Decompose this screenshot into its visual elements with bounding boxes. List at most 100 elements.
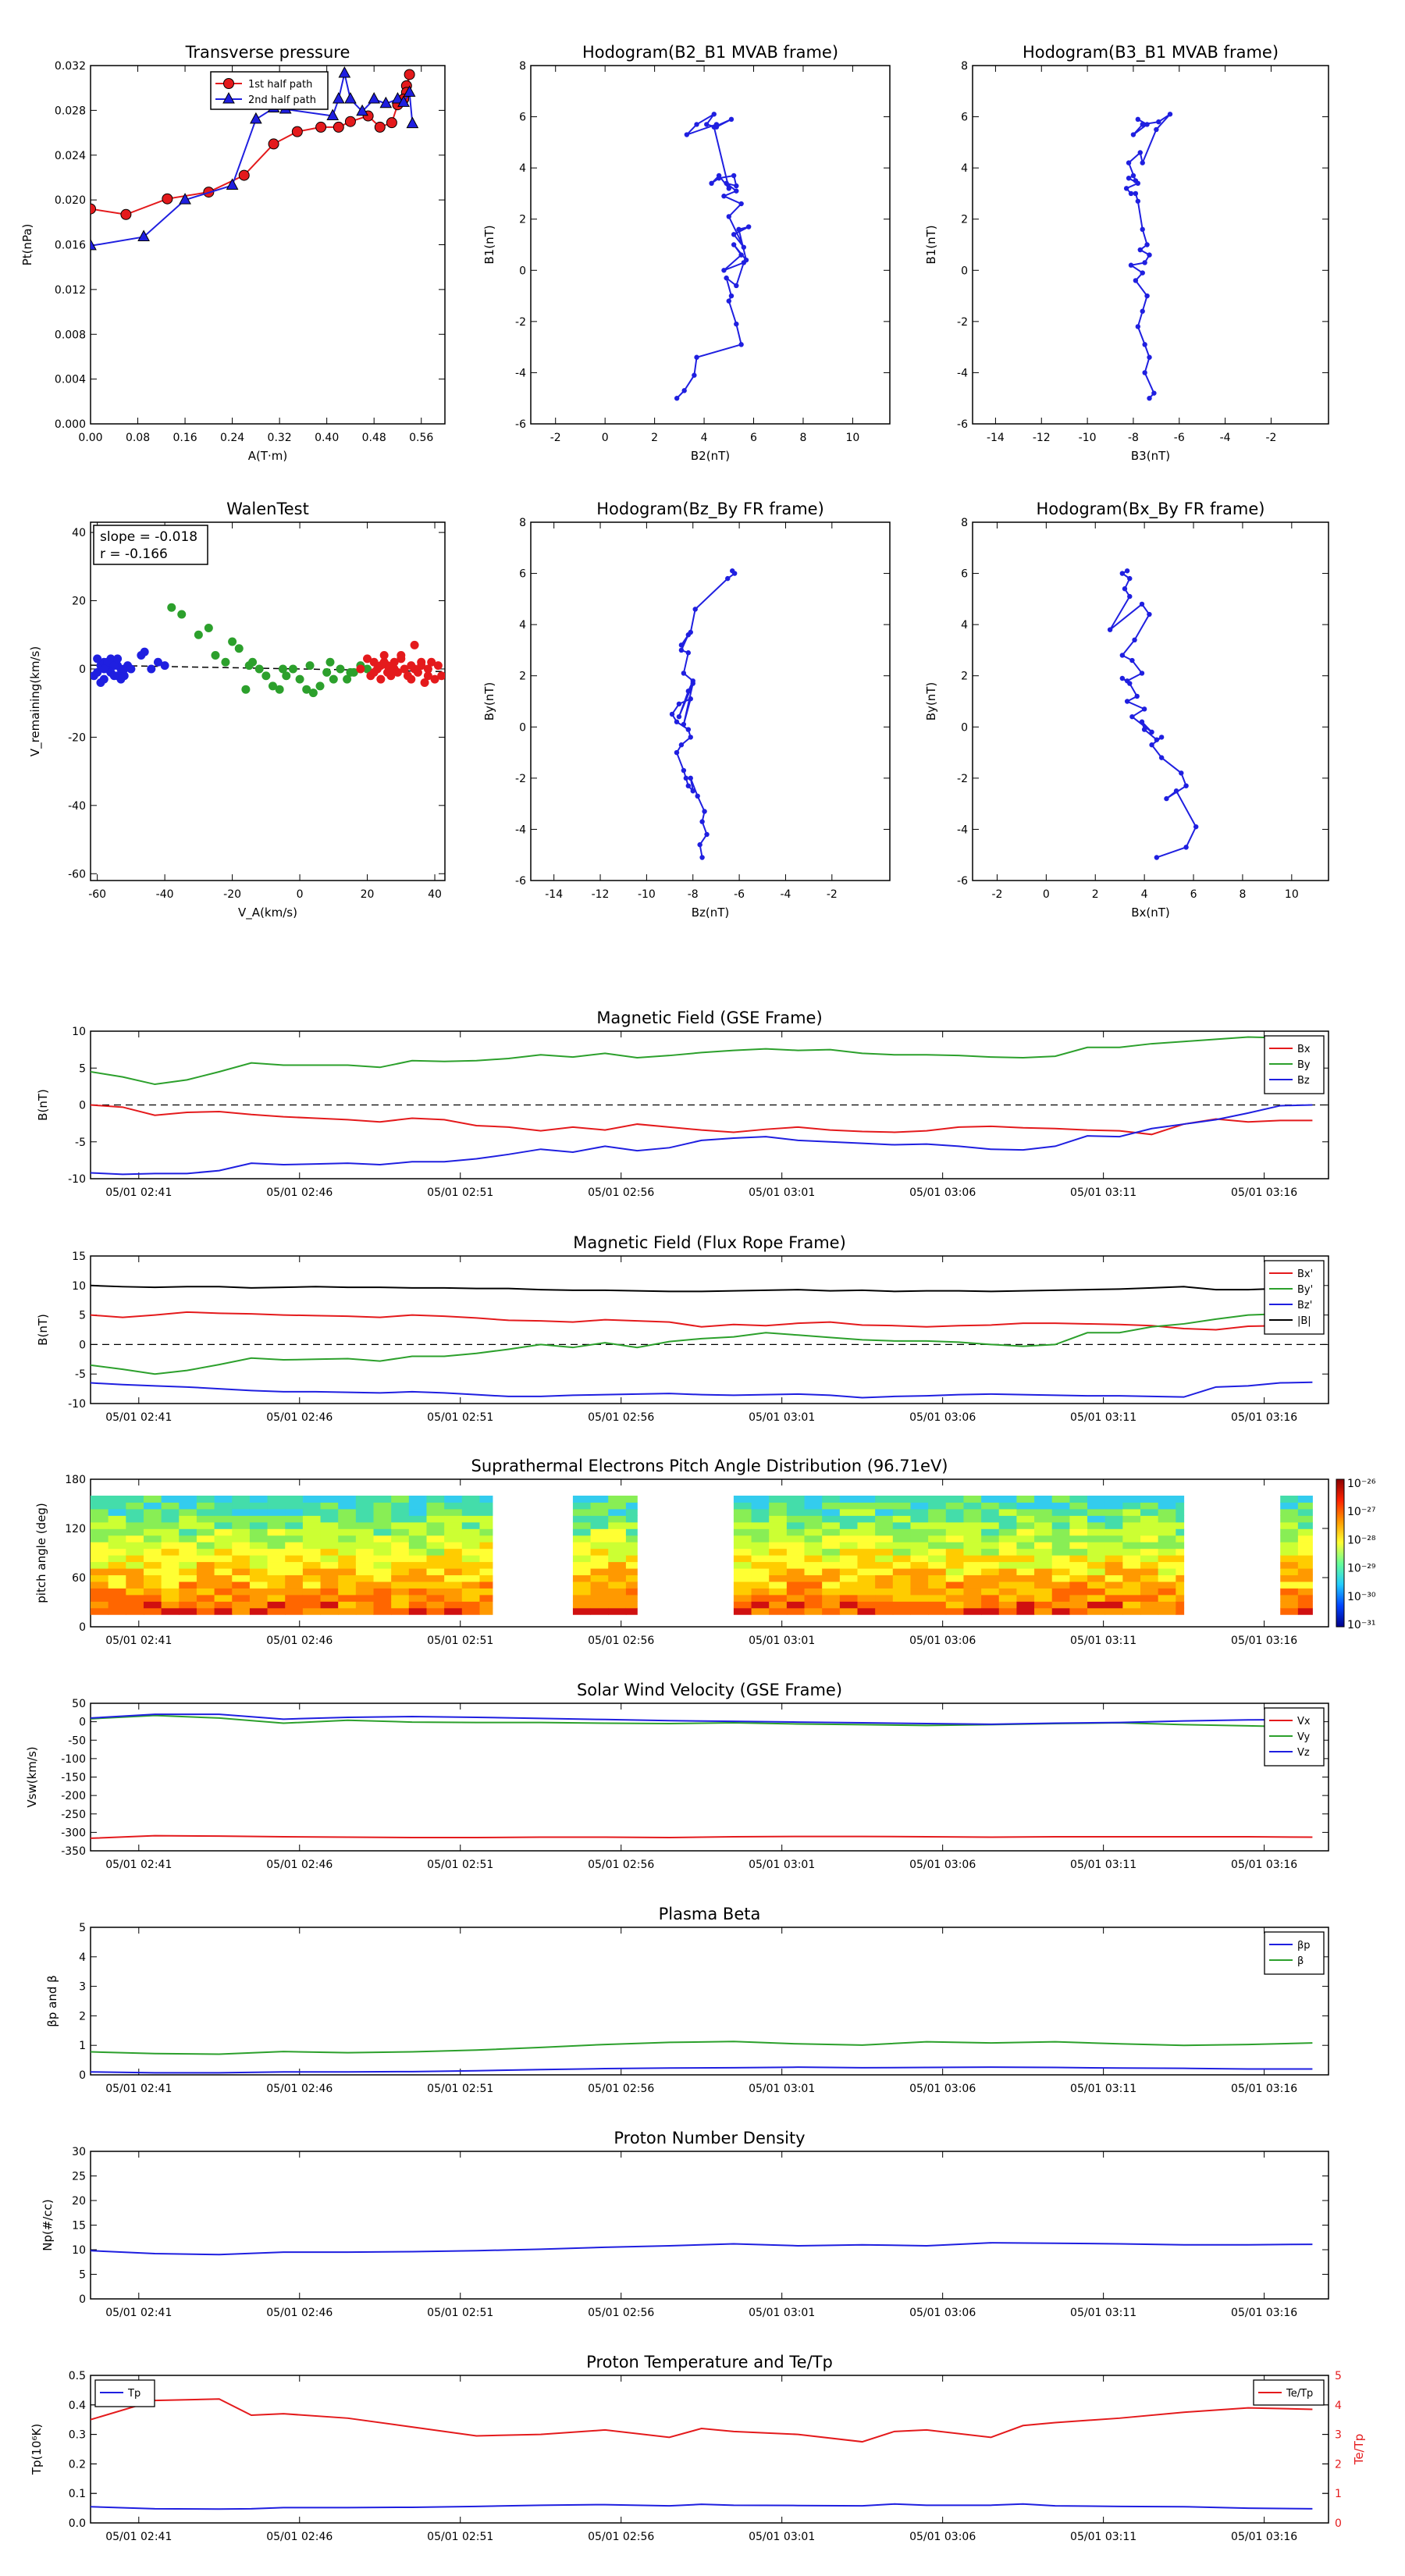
heatmap-cell	[998, 1515, 1017, 1523]
heatmap-cell	[608, 1535, 627, 1542]
heatmap-cell	[1034, 1515, 1053, 1523]
heatmap-cell	[320, 1502, 339, 1510]
heatmap-cell	[143, 1515, 162, 1523]
heatmap-cell	[479, 1542, 493, 1550]
plot-area	[1107, 568, 1199, 860]
heatmap-cell	[608, 1601, 627, 1609]
heatmap-cell	[625, 1496, 638, 1503]
x-tick-label: 05/01 02:51	[427, 1635, 493, 1647]
data-point	[433, 661, 443, 671]
data-point	[674, 719, 680, 724]
heatmap-cell	[769, 1574, 788, 1582]
x-tick-label: 4	[701, 432, 708, 444]
heatmap-cell	[232, 1496, 251, 1503]
data-point	[386, 117, 397, 129]
series-line	[91, 2503, 1313, 2510]
heatmap-cell	[1297, 1607, 1313, 1615]
panel-tp: Proton Temperature and Te/Tp 05/01 02:41 0…	[30, 2353, 1366, 2543]
heatmap-cell	[1104, 1574, 1123, 1582]
heatmap-cell	[232, 1594, 251, 1602]
heatmap-cell	[1158, 1521, 1176, 1529]
heatmap-cell	[769, 1561, 788, 1569]
heatmap-cell	[804, 1581, 823, 1589]
heatmap-cell	[857, 1555, 876, 1563]
heatmap-cell	[998, 1521, 1017, 1529]
data-point	[376, 674, 386, 684]
heatmap-cell	[892, 1601, 911, 1609]
heatmap-cell	[91, 1594, 109, 1602]
panel-mag_fr: Magnetic Field (Flux Rope Frame) 05/01 02…	[36, 1233, 1329, 1424]
data-point	[410, 640, 419, 649]
series-line	[676, 113, 749, 399]
heatmap-cell	[461, 1496, 480, 1503]
heatmap-cell	[1140, 1502, 1159, 1510]
plot-frame	[530, 521, 891, 881]
series-line	[91, 2242, 1313, 2256]
heatmap-cell	[479, 1555, 493, 1563]
heatmap-cell	[875, 1601, 894, 1609]
x-axis-label: A(T·m)	[248, 449, 288, 463]
chart-title: Magnetic Field (GSE Frame)	[596, 1009, 822, 1027]
heatmap-cell	[1176, 1588, 1185, 1596]
heatmap-cell	[426, 1542, 445, 1550]
heatmap-cell	[928, 1574, 947, 1582]
heatmap-cell	[108, 1496, 126, 1503]
heatmap-cell	[179, 1561, 197, 1569]
heatmap-cell	[108, 1581, 126, 1589]
heatmap-cell	[267, 1496, 286, 1503]
plot-frame	[90, 1255, 1329, 1404]
data-point	[1156, 119, 1161, 125]
heatmap-cell	[1176, 1581, 1185, 1589]
x-tick-label: 05/01 03:11	[1070, 2531, 1136, 2543]
plot-area	[91, 2242, 1313, 2256]
heatmap-cell	[1158, 1502, 1176, 1510]
heatmap-cell	[1297, 1508, 1313, 1516]
heatmap-cell	[875, 1502, 894, 1510]
heatmap-cell	[302, 1555, 322, 1563]
heatmap-cell	[302, 1502, 322, 1510]
data-point	[1124, 678, 1130, 684]
heatmap-cell	[338, 1555, 357, 1563]
heatmap-cell	[998, 1508, 1017, 1516]
x-tick-label: 05/01 03:06	[909, 1859, 976, 1871]
heatmap-cell	[1280, 1568, 1299, 1575]
data-point	[1137, 247, 1143, 253]
heatmap-cell	[355, 1607, 375, 1615]
heatmap-cell	[733, 1594, 752, 1602]
y-tick-label: -6	[957, 875, 968, 888]
heatmap-cell	[963, 1548, 982, 1556]
heatmap-cell	[963, 1535, 982, 1542]
heatmap-cell	[249, 1542, 269, 1550]
heatmap-cell	[249, 1502, 269, 1510]
heatmap-cell	[1034, 1521, 1053, 1529]
y-axis-label: V_remaining(km/s)	[28, 646, 43, 756]
data-point	[406, 116, 419, 129]
heatmap-cell	[572, 1555, 592, 1563]
heatmap-cell	[302, 1535, 322, 1542]
data-point	[305, 661, 315, 671]
data-point	[1158, 755, 1165, 760]
y-tick-label: -100	[61, 1753, 86, 1766]
y-tick-label: 0.1	[69, 2488, 86, 2500]
heatmap-cell	[408, 1555, 427, 1563]
data-point	[374, 121, 386, 133]
heatmap-cell	[1051, 1588, 1070, 1596]
x-tick-label: 05/01 03:06	[909, 1411, 976, 1424]
heatmap-cell	[355, 1594, 375, 1602]
data-point	[674, 396, 680, 401]
heatmap-cell	[214, 1588, 233, 1596]
heatmap-cell	[444, 1542, 463, 1550]
heatmap-cell	[320, 1574, 339, 1582]
heatmap-cell	[572, 1594, 592, 1602]
heatmap-cell	[1087, 1496, 1106, 1503]
y-tick-label: 0	[519, 721, 526, 734]
heatmap-cell	[769, 1581, 788, 1589]
heatmap-cell	[355, 1521, 375, 1529]
heatmap-cell	[320, 1508, 339, 1516]
colorbar-tick-label: 10⁻³⁰	[1347, 1591, 1376, 1603]
data-point	[1119, 571, 1126, 576]
heatmap-cell	[822, 1496, 841, 1503]
heatmap-cell	[143, 1508, 162, 1516]
heatmap-cell	[998, 1561, 1017, 1569]
panel-mag_gse: Magnetic Field (GSE Frame) 05/01 02:41 05/…	[36, 1009, 1329, 1199]
